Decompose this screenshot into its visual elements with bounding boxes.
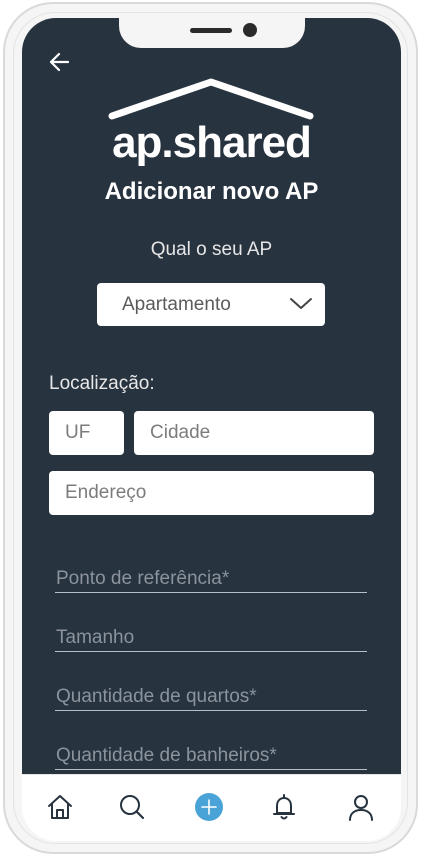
back-button[interactable] [48, 50, 72, 74]
property-type-value: Apartamento [122, 294, 231, 315]
tab-add[interactable] [194, 792, 224, 822]
bottom-tab-bar [22, 774, 401, 841]
tab-home[interactable] [45, 792, 75, 822]
tab-search[interactable] [117, 792, 147, 822]
arrow-left-icon [49, 52, 70, 72]
bedrooms-field[interactable] [55, 683, 367, 711]
camera-icon [243, 23, 257, 37]
tab-notifications[interactable] [269, 792, 299, 822]
app-logo-text: ap.shared [112, 118, 312, 167]
bathrooms-field[interactable] [55, 742, 367, 770]
bell-icon [273, 794, 295, 820]
search-icon [120, 795, 145, 820]
location-label: Localização: [49, 373, 155, 394]
page-title: Adicionar novo AP [104, 178, 319, 205]
add-icon [195, 793, 223, 821]
reference-point-field[interactable] [55, 565, 367, 593]
chevron-down-icon [290, 298, 312, 309]
house-roof-icon [108, 78, 314, 120]
home-icon [48, 795, 72, 819]
property-question: Qual o seu AP [150, 239, 273, 260]
city-field[interactable] [134, 411, 374, 455]
tab-profile[interactable] [346, 792, 376, 822]
phone-notch [119, 18, 305, 48]
property-type-select[interactable]: Apartamento [97, 283, 325, 326]
speaker-icon [190, 28, 232, 33]
size-field[interactable] [55, 624, 367, 652]
uf-field[interactable] [49, 411, 124, 455]
user-icon [349, 795, 373, 821]
address-field[interactable] [49, 471, 374, 515]
